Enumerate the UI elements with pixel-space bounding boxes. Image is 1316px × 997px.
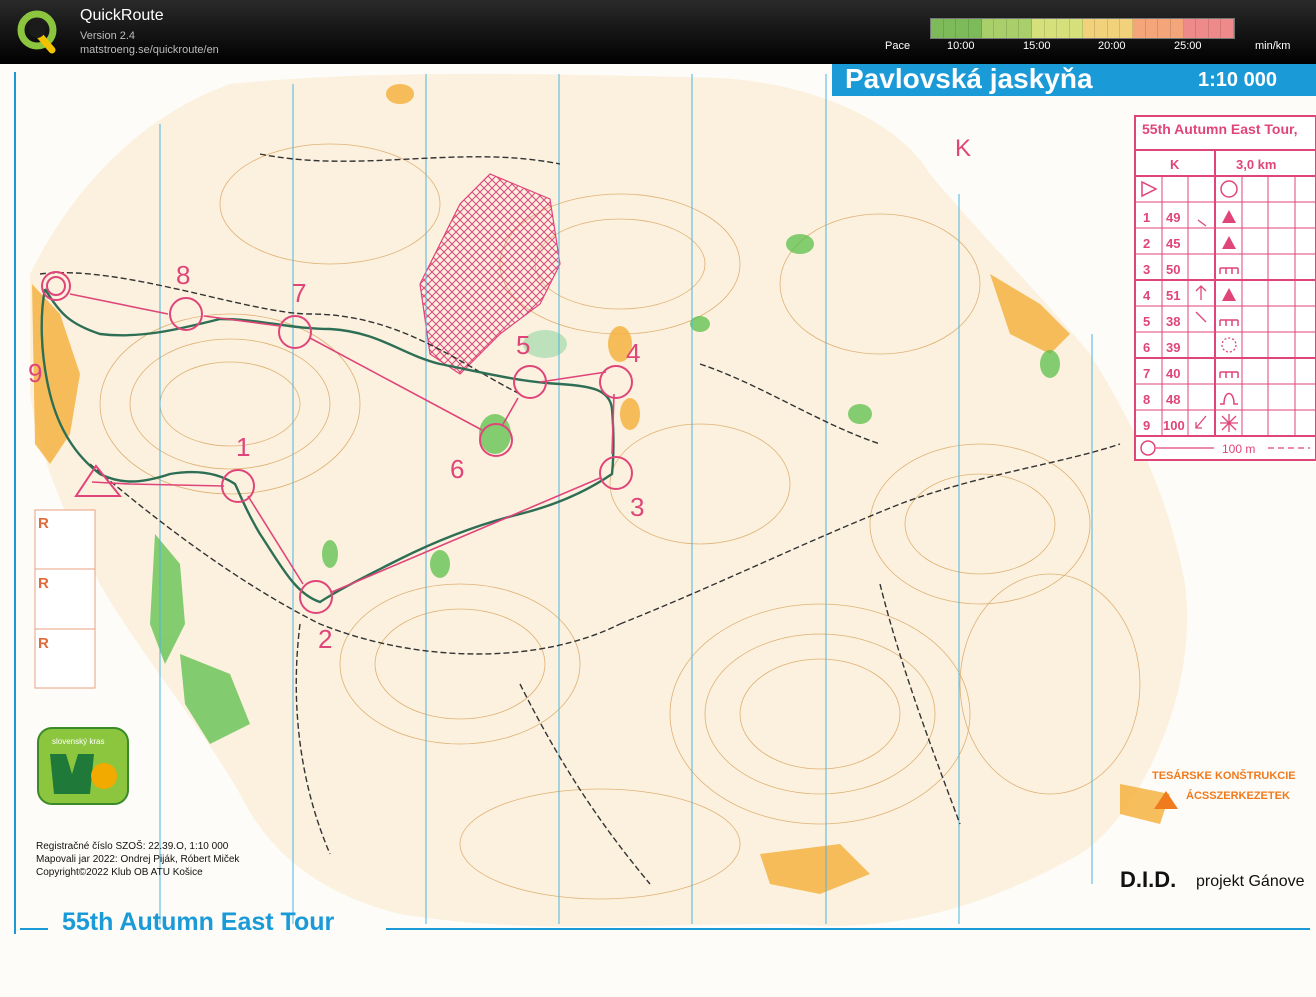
pace-color-scale	[930, 18, 1235, 39]
sheet-course: K	[1170, 157, 1180, 172]
sheet-row-code: 40	[1166, 366, 1180, 381]
map-title: Pavlovská jaskyňa	[845, 64, 1093, 94]
pace-tick: 15:00	[1023, 40, 1051, 52]
sheet-row-num: 1	[1143, 210, 1150, 225]
pace-scale-cell	[1183, 19, 1197, 38]
refreshment-mark: R	[38, 575, 49, 592]
pace-scale-cell	[1095, 19, 1108, 38]
did-text: D.I.D.	[1120, 867, 1176, 892]
pace-tick: 20:00	[1098, 40, 1126, 52]
refreshment-mark: R	[38, 635, 49, 652]
sheet-row-num: 6	[1143, 340, 1150, 355]
refreshment-box: R R R	[34, 509, 96, 689]
control-number: 3	[630, 492, 644, 522]
pace-scale-cell	[1006, 19, 1020, 38]
sponsor-line: ÁCSSZERKEZETEK	[1186, 789, 1290, 802]
sheet-row-num: 4	[1143, 288, 1151, 303]
sheet-row-num: 9	[1143, 418, 1150, 433]
pace-scale-cell	[1044, 19, 1058, 38]
sheet-row-code: 45	[1166, 236, 1180, 251]
sheet-finish-distance: 100 m	[1222, 442, 1255, 456]
course-letter: K	[955, 135, 971, 162]
credit-line: Mapovali jar 2022: Ondrej Piják, Róbert …	[36, 854, 240, 865]
app-version: Version 2.4	[80, 30, 136, 42]
pace-scale-cell	[1019, 19, 1032, 38]
event-title: 55th Autumn East Tour	[62, 908, 335, 936]
pace-scale-cell	[931, 19, 944, 38]
pace-scale-cell	[1069, 19, 1083, 38]
pace-scale-cell	[943, 19, 957, 38]
pace-scale-cell	[956, 19, 969, 38]
sheet-row-code: 100	[1163, 418, 1185, 433]
sheet-row-num: 3	[1143, 262, 1150, 277]
slovensky-kras-logo: slovenský kras	[37, 727, 129, 805]
pace-scale-cell	[1032, 19, 1045, 38]
pace-scale-cell	[981, 19, 995, 38]
app-url: matstroeng.se/quickroute/en	[80, 44, 219, 56]
sheet-row-code: 50	[1166, 262, 1180, 277]
pace-scale-cell	[1221, 19, 1234, 38]
pace-scale-cell	[1133, 19, 1146, 38]
pace-scale-cell	[968, 19, 982, 38]
control-number: 1	[236, 432, 250, 462]
pace-label: Pace	[885, 40, 911, 52]
map-scale: 1:10 000	[1198, 69, 1277, 91]
sheet-row-code: 51	[1166, 288, 1180, 303]
sponsor-line: TESÁRSKE KONŠTRUKCIE	[1152, 769, 1296, 782]
sheet-row-num: 5	[1143, 314, 1150, 329]
pace-scale-cell	[1145, 19, 1159, 38]
description-sheet: 55th Autumn East Tour, K 3,0 km 1 49 2 4…	[1134, 115, 1316, 461]
pace-tick: 25:00	[1174, 40, 1202, 52]
pace-scale-cell	[1158, 19, 1171, 38]
pace-scale-cell	[1196, 19, 1209, 38]
control-number: 5	[516, 330, 530, 360]
sheet-row-code: 48	[1166, 392, 1180, 407]
refreshment-mark: R	[38, 515, 49, 532]
sheet-row-code: 39	[1166, 340, 1180, 355]
pace-scale-cell	[1120, 19, 1133, 38]
pace-scale-cell	[1057, 19, 1070, 38]
sheet-row-code: 38	[1166, 314, 1180, 329]
sheet-row-code: 49	[1166, 210, 1180, 225]
sheet-row-num: 7	[1143, 366, 1150, 381]
logo-text: slovenský kras	[52, 737, 104, 746]
sheet-row-num: 2	[1143, 236, 1150, 251]
pace-scale-cell	[1208, 19, 1222, 38]
pace-scale-cell	[994, 19, 1007, 38]
project-text: projekt Gánove	[1196, 873, 1305, 890]
sheet-event: 55th Autumn East Tour,	[1142, 121, 1298, 137]
credit-line: Registračné číslo SZOŠ: 22.39.O, 1:10 00…	[36, 839, 229, 852]
control-number: 8	[176, 260, 190, 290]
pace-scale-cell	[1082, 19, 1096, 38]
pace-unit: min/km	[1255, 40, 1291, 52]
orienteering-map[interactable]: 1 2 3 4 5 6 7 8 9 Pavlovská jaskyňa 1:10…	[0, 64, 1316, 997]
pace-tick: 10:00	[947, 40, 975, 52]
control-number: 7	[292, 278, 306, 308]
sheet-row-num: 8	[1143, 392, 1150, 407]
pace-scale-cell	[1107, 19, 1121, 38]
control-number: 9	[28, 358, 42, 388]
control-number: 6	[450, 454, 464, 484]
sheet-length: 3,0 km	[1236, 157, 1276, 172]
top-bar: QuickRoute Version 2.4 matstroeng.se/qui…	[0, 0, 1316, 64]
credit-line: Copyright©2022 Klub OB ATU Košice	[36, 867, 203, 878]
feature-star-icon	[1220, 414, 1238, 432]
control-number: 2	[318, 624, 332, 654]
quickroute-logo-icon	[17, 10, 57, 54]
pace-scale-cell	[1170, 19, 1184, 38]
map-canvas[interactable]: 1 2 3 4 5 6 7 8 9 Pavlovská jaskyňa 1:10…	[0, 64, 1316, 997]
control-number: 4	[626, 338, 640, 368]
app-title: QuickRoute	[80, 7, 164, 24]
